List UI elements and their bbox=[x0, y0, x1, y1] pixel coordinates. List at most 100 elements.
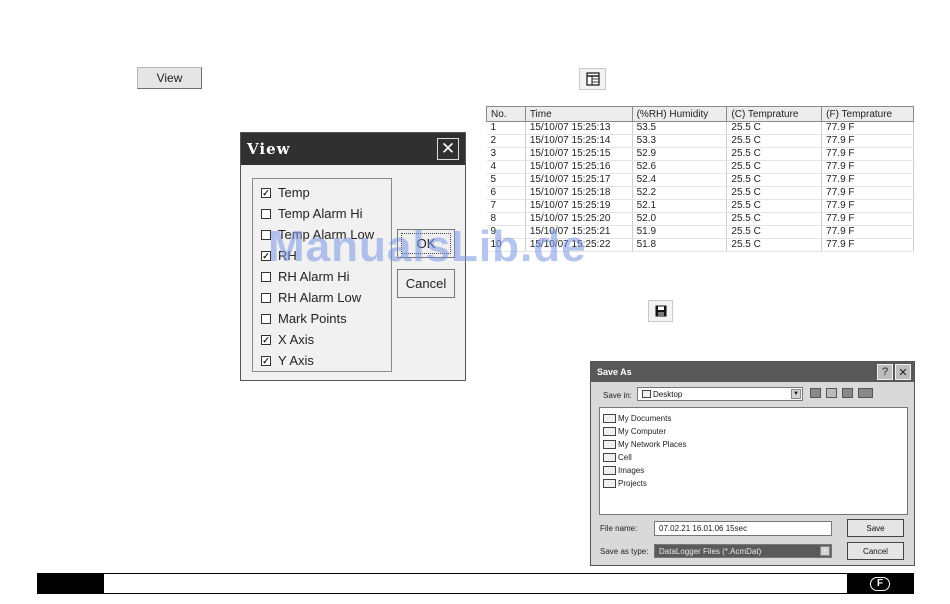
view-option-label: Temp Alarm Hi bbox=[278, 206, 363, 221]
checkbox[interactable] bbox=[261, 313, 271, 324]
table-row[interactable]: 6 15/10/07 15:25:18 52.2 25.5 C 77.9 F bbox=[486, 186, 914, 200]
checkbox[interactable] bbox=[261, 208, 271, 219]
table-cell: 52.4 bbox=[632, 173, 728, 187]
table-row[interactable]: 3 15/10/07 15:25:15 52.9 25.5 C 77.9 F bbox=[486, 147, 914, 161]
checkbox[interactable] bbox=[261, 292, 271, 303]
save-as-toolbar bbox=[810, 388, 873, 398]
save-as-type-label: Save as type: bbox=[600, 547, 649, 556]
file-list-item[interactable]: My Computer bbox=[600, 425, 907, 438]
folder-icon bbox=[603, 427, 616, 436]
file-name-input[interactable]: 07.02.21 16.01.06 15sec bbox=[654, 521, 832, 536]
view-option-0[interactable]: ✓ Temp bbox=[253, 182, 391, 203]
new-folder-icon[interactable] bbox=[842, 388, 853, 398]
save-as-type-dropdown[interactable]: DataLogger Files (*.AcmDat) ▼ bbox=[654, 544, 832, 558]
save-in-label: Save in: bbox=[603, 391, 632, 400]
file-list-item-label: Images bbox=[618, 466, 645, 475]
table-cell: 52.6 bbox=[632, 160, 728, 174]
view-dialog-title: View bbox=[247, 140, 291, 158]
table-cell: 52.2 bbox=[632, 186, 728, 200]
table-cell: 25.5 C bbox=[726, 199, 823, 213]
view-option-label: RH Alarm Low bbox=[278, 290, 362, 305]
table-cell: 25.5 C bbox=[726, 225, 823, 239]
table-cell: 3 bbox=[486, 147, 526, 161]
cancel-button[interactable]: Cancel bbox=[847, 542, 904, 560]
close-icon[interactable]: ✕ bbox=[437, 138, 459, 160]
save-as-type-value: DataLogger Files (*.AcmDat) bbox=[659, 546, 762, 556]
save-in-dropdown[interactable]: Desktop ▼ bbox=[637, 387, 803, 401]
checkbox[interactable]: ✓ bbox=[261, 334, 271, 345]
table-cell: 4 bbox=[486, 160, 526, 174]
chevron-down-icon: ▼ bbox=[791, 389, 801, 399]
table-cell: 15/10/07 15:25:14 bbox=[525, 134, 633, 148]
table-row[interactable]: 1 15/10/07 15:25:13 53.5 25.5 C 77.9 F bbox=[486, 121, 914, 135]
table-cell: 52.9 bbox=[632, 147, 728, 161]
footer-left-block bbox=[38, 574, 104, 593]
view-button[interactable]: View bbox=[137, 67, 202, 89]
view-option-label: Y Axis bbox=[278, 353, 314, 368]
checkbox[interactable]: ✓ bbox=[261, 187, 271, 198]
table-cell: 52.0 bbox=[632, 212, 728, 226]
table-cell: 77.9 F bbox=[821, 238, 914, 252]
table-cell: 15/10/07 15:25:18 bbox=[525, 186, 633, 200]
help-icon[interactable]: ? bbox=[877, 364, 893, 380]
save-icon[interactable] bbox=[648, 300, 673, 322]
file-list-item[interactable]: My Network Places bbox=[600, 438, 907, 451]
folder-icon bbox=[603, 466, 616, 475]
watermark: ManualsLib.de bbox=[268, 222, 587, 271]
file-list-item-label: My Network Places bbox=[618, 440, 687, 449]
cancel-button[interactable]: Cancel bbox=[397, 269, 455, 298]
view-option-8[interactable]: ✓ Y Axis bbox=[253, 350, 391, 371]
column-header[interactable]: No. bbox=[486, 106, 526, 122]
back-icon[interactable] bbox=[810, 388, 821, 398]
file-list-item[interactable]: Images bbox=[600, 464, 907, 477]
language-badge: F bbox=[870, 576, 890, 591]
table-cell: 15/10/07 15:25:15 bbox=[525, 147, 633, 161]
table-cell: 15/10/07 15:25:19 bbox=[525, 199, 633, 213]
file-list-item-label: Projects bbox=[618, 479, 647, 488]
footer-right-block: F bbox=[847, 574, 913, 593]
checkbox[interactable] bbox=[261, 271, 271, 282]
view-option-5[interactable]: RH Alarm Low bbox=[253, 287, 391, 308]
table-cell: 25.5 C bbox=[726, 186, 823, 200]
table-row[interactable]: 7 15/10/07 15:25:19 52.1 25.5 C 77.9 F bbox=[486, 199, 914, 213]
file-list: My Documents My Computer My Network Places… bbox=[599, 407, 908, 515]
view-option-label: Temp bbox=[278, 185, 310, 200]
page-footer-bar: F bbox=[37, 573, 914, 594]
view-option-1[interactable]: Temp Alarm Hi bbox=[253, 203, 391, 224]
view-dialog-titlebar: View ✕ bbox=[241, 133, 465, 165]
folder-icon bbox=[603, 453, 616, 462]
table-row[interactable]: 2 15/10/07 15:25:14 53.3 25.5 C 77.9 F bbox=[486, 134, 914, 148]
up-folder-icon[interactable] bbox=[826, 388, 837, 398]
table-cell: 6 bbox=[486, 186, 526, 200]
column-header[interactable]: (F) Temprature bbox=[821, 106, 914, 122]
table-cell: 15/10/07 15:25:13 bbox=[525, 121, 633, 135]
table-cell: 5 bbox=[486, 173, 526, 187]
table-cell: 77.9 F bbox=[821, 134, 914, 148]
table-cell: 77.9 F bbox=[821, 147, 914, 161]
folder-icon bbox=[642, 390, 651, 398]
table-cell: 77.9 F bbox=[821, 186, 914, 200]
file-list-item[interactable]: Projects bbox=[600, 477, 907, 490]
table-row[interactable]: 4 15/10/07 15:25:16 52.6 25.5 C 77.9 F bbox=[486, 160, 914, 174]
table-view-icon[interactable] bbox=[579, 68, 606, 90]
file-list-item[interactable]: My Documents bbox=[600, 412, 907, 425]
file-list-item-label: My Documents bbox=[618, 414, 672, 423]
file-name-label: File name: bbox=[600, 524, 638, 533]
chevron-down-icon: ▼ bbox=[820, 546, 830, 556]
view-option-label: X Axis bbox=[278, 332, 315, 347]
checkbox[interactable]: ✓ bbox=[261, 355, 271, 366]
column-header[interactable]: Time bbox=[524, 106, 633, 122]
column-header[interactable]: (%RH) Humidity bbox=[631, 106, 728, 122]
folder-icon bbox=[603, 414, 616, 423]
save-button[interactable]: Save bbox=[847, 519, 904, 537]
view-option-6[interactable]: Mark Points bbox=[253, 308, 391, 329]
table-row[interactable]: 5 15/10/07 15:25:17 52.4 25.5 C 77.9 F bbox=[486, 173, 914, 187]
table-cell: 25.5 C bbox=[726, 160, 823, 174]
file-list-item[interactable]: Cell bbox=[600, 451, 907, 464]
view-menu-icon[interactable] bbox=[858, 388, 873, 398]
column-header[interactable]: (C) Temprature bbox=[726, 106, 823, 122]
view-options-group: ✓ Temp Temp Alarm Hi Temp Alarm Low ✓ RH RH Al… bbox=[252, 178, 392, 372]
file-list-item-label: Cell bbox=[618, 453, 632, 462]
close-icon[interactable]: ✕ bbox=[895, 364, 911, 380]
view-option-7[interactable]: ✓ X Axis bbox=[253, 329, 391, 350]
